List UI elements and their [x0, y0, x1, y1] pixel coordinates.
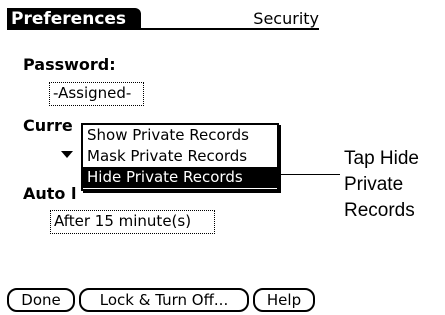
privacy-popup-menu: Show Private Records Mask Private Record…: [81, 123, 279, 191]
lock-turn-off-button[interactable]: Lock & Turn Off...: [79, 288, 249, 312]
palm-screen: Preferences Security Password: -Assigned…: [7, 8, 319, 313]
title-tab: Preferences: [7, 8, 141, 30]
dropdown-triangle-icon[interactable]: [61, 151, 73, 158]
current-privacy-label: Curre: [23, 116, 73, 135]
auto-lock-field[interactable]: After 15 minute(s): [50, 210, 215, 234]
menu-item-hide-private[interactable]: Hide Private Records: [83, 167, 277, 188]
callout-text: Tap Hide Private Records: [344, 148, 419, 221]
help-button[interactable]: Help: [253, 288, 315, 312]
password-field[interactable]: -Assigned-: [49, 82, 144, 106]
auto-lock-label: Auto l: [23, 184, 77, 203]
menu-item-show-private[interactable]: Show Private Records: [83, 125, 277, 146]
app-title: Preferences: [11, 9, 127, 29]
done-button[interactable]: Done: [7, 288, 75, 312]
callout-line: [274, 174, 340, 175]
menu-item-mask-private[interactable]: Mask Private Records: [83, 146, 277, 167]
password-label: Password:: [23, 55, 116, 74]
category-label[interactable]: Security: [253, 9, 319, 29]
